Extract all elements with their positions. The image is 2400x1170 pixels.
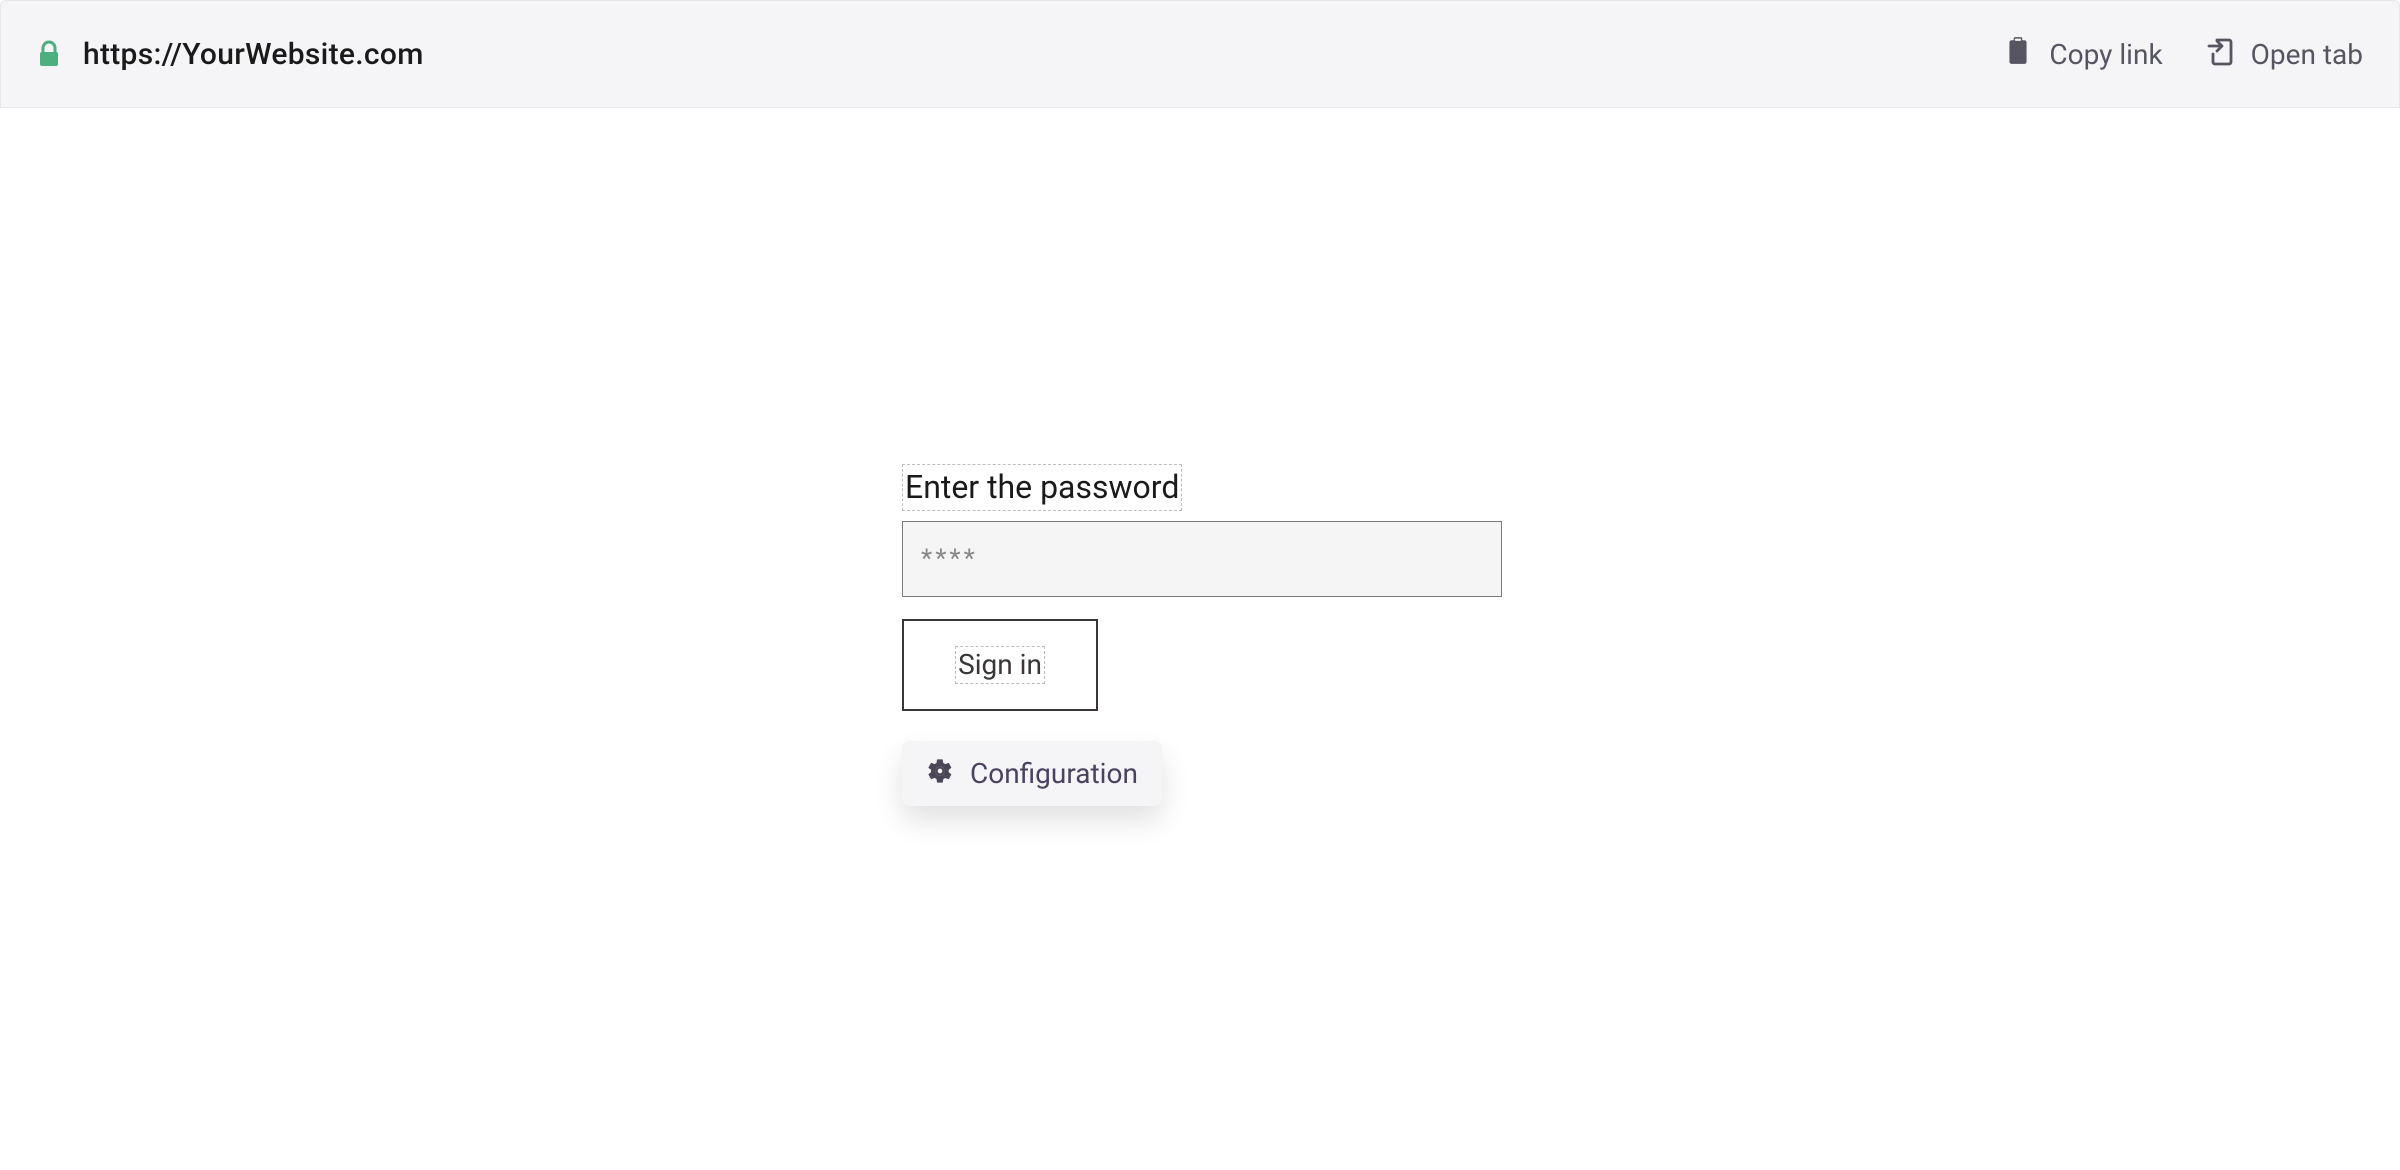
open-tab-button[interactable]: Open tab bbox=[2207, 36, 2363, 73]
gear-icon bbox=[926, 757, 954, 789]
signin-button-label: Sign in bbox=[955, 646, 1045, 684]
clipboard-icon bbox=[2005, 36, 2031, 73]
open-tab-icon bbox=[2207, 36, 2233, 73]
configuration-button[interactable]: Configuration bbox=[902, 741, 1162, 806]
login-form: Enter the password Sign in Configuration bbox=[902, 464, 1502, 806]
browser-bar-right: Copy link Open tab bbox=[2005, 36, 2363, 73]
browser-bar-left: https://YourWebsite.com bbox=[37, 37, 424, 72]
copy-link-button[interactable]: Copy link bbox=[2005, 36, 2162, 73]
browser-address-bar: https://YourWebsite.com Copy link Ope bbox=[0, 0, 2400, 108]
signin-button[interactable]: Sign in bbox=[902, 619, 1098, 711]
url-text: https://YourWebsite.com bbox=[83, 37, 424, 72]
password-label: Enter the password bbox=[902, 464, 1182, 511]
page-content: Enter the password Sign in Configuration bbox=[0, 108, 2400, 1170]
copy-link-label: Copy link bbox=[2049, 38, 2162, 71]
lock-icon bbox=[37, 40, 61, 68]
open-tab-label: Open tab bbox=[2251, 38, 2363, 71]
password-input[interactable] bbox=[902, 521, 1502, 597]
configuration-label: Configuration bbox=[970, 757, 1138, 790]
